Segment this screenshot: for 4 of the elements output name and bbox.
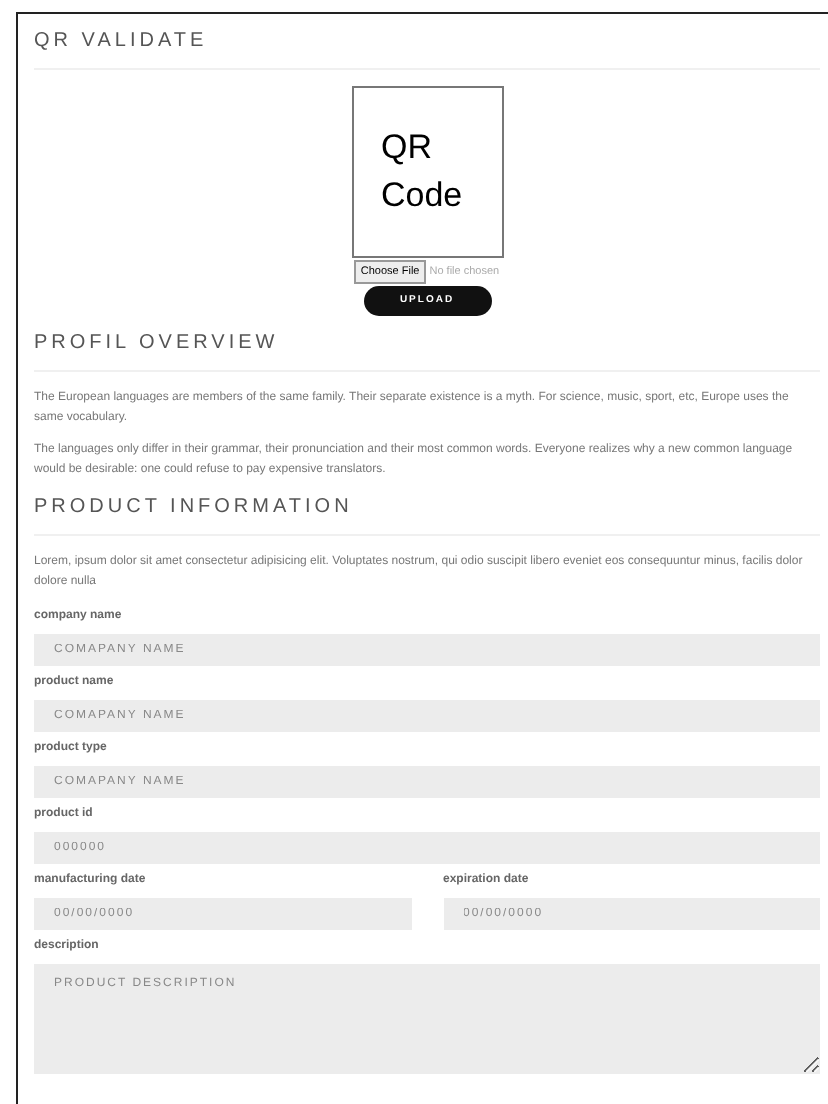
section-heading: PROFIL OVERVIEW (34, 330, 281, 359)
section-heading: PRODUCT INFORMATION (34, 494, 355, 523)
section-heading: QR VALIDATE (34, 28, 210, 56)
qr-code-image: QR Code (351, 86, 503, 258)
